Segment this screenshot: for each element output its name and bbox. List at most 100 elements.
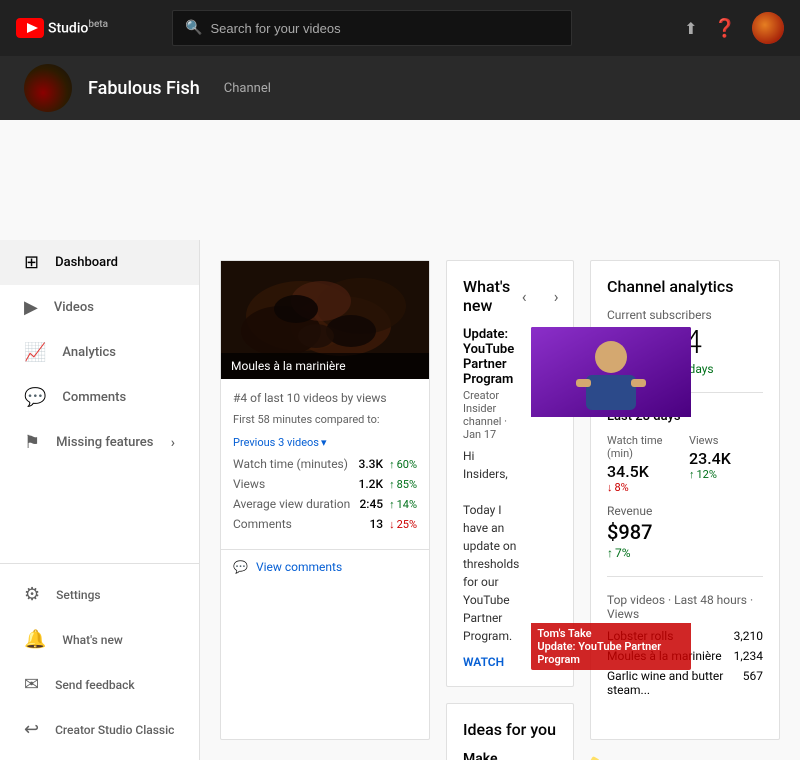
header: Studiobeta 🔍 ⬆ ❓ <box>0 0 800 56</box>
news-item: Update: YouTube Partner Program Creator … <box>463 327 557 670</box>
stat-value: 13 <box>369 517 383 531</box>
sidebar-item-classic[interactable]: ↩ Creator Studio Classic <box>0 707 199 752</box>
sidebar-item-comments[interactable]: 💬 Comments <box>0 375 199 420</box>
sidebar-item-dashboard[interactable]: ⊞ Dashboard <box>0 240 199 285</box>
comments-icon: 💬 <box>24 387 46 408</box>
watch-link[interactable]: WATCH <box>463 655 504 669</box>
video-thumbnail: Moules à la marinière <box>221 261 429 379</box>
feedback-icon: ✉ <box>24 674 39 695</box>
sidebar-item-label: Missing features <box>56 435 153 450</box>
news-thumbnail: Tom's TakeUpdate: YouTube Partner Progra… <box>531 327 691 670</box>
expand-icon: › <box>171 435 175 451</box>
stat-row-comments: Comments 13 25% <box>233 517 417 531</box>
video-card: Moules à la marinière #4 of last 10 vide… <box>220 260 430 740</box>
nav-arrows: ‹ › <box>510 282 570 310</box>
top-video-name: Garlic wine and butter steam... <box>607 669 743 697</box>
video-caption: Moules à la marinière <box>221 353 429 379</box>
prev-arrow[interactable]: ‹ <box>510 282 538 310</box>
news-thumb-image <box>531 327 691 417</box>
video-rank: #4 of last 10 videos by views <box>233 391 417 405</box>
layout: ⊞ Dashboard ▶ Videos 📈 Analytics 💬 Comme… <box>0 240 800 760</box>
search-bar[interactable]: 🔍 <box>172 10 572 46</box>
main-content: Moules à la marinière #4 of last 10 vide… <box>200 240 800 760</box>
ideas-visual <box>545 751 625 760</box>
dashboard-icon: ⊞ <box>24 252 39 273</box>
stat-change: 25% <box>389 518 417 531</box>
subs-label: Current subscribers <box>607 308 763 322</box>
news-source: Creator Insider channel · Jan 17 <box>463 389 519 441</box>
ideas-title: Ideas for you <box>463 720 556 739</box>
upload-icon[interactable]: ⬆ <box>684 19 697 38</box>
stat-value: 3.3K <box>359 457 384 471</box>
top-video-views: 3,210 <box>734 629 763 643</box>
help-icon[interactable]: ❓ <box>714 18 736 39</box>
news-text: Update: YouTube Partner Program Creator … <box>463 327 519 670</box>
sidebar-item-label: Videos <box>54 300 94 315</box>
stat-row-views: Views 1.2K 85% <box>233 477 417 491</box>
sidebar-item-analytics[interactable]: 📈 Analytics <box>0 330 199 375</box>
views-val: 23.4K <box>689 449 763 468</box>
card-header: What's new ‹ › <box>463 277 557 315</box>
sidebar: ⊞ Dashboard ▶ Videos 📈 Analytics 💬 Comme… <box>0 240 200 760</box>
comment-icon: 💬 <box>233 560 248 574</box>
compare-prefix: First 58 minutes compared to: <box>233 413 380 426</box>
analytics-icon: 📈 <box>24 342 46 363</box>
sidebar-item-videos[interactable]: ▶ Videos <box>0 285 199 330</box>
top-video-row-2: Garlic wine and butter steam... 567 <box>607 669 763 697</box>
channel-avatar <box>24 64 72 112</box>
views-label: Views <box>689 434 763 447</box>
ideas-header: Ideas for you <box>463 720 557 739</box>
stat-label: Average view duration <box>233 497 350 511</box>
sidebar-item-label: Comments <box>62 390 126 405</box>
header-actions: ⬆ ❓ <box>684 12 784 44</box>
classic-icon: ↩ <box>24 719 39 740</box>
stat-change: 14% <box>389 498 417 511</box>
youtube-icon <box>16 18 44 38</box>
dropdown-icon: ▾ <box>321 436 327 449</box>
sidebar-item-label: Analytics <box>62 345 116 360</box>
views-change: ↑ 12% <box>689 468 763 481</box>
sidebar-item-feedback[interactable]: ✉ Send feedback <box>0 662 199 707</box>
stat-value: 2:45 <box>359 497 383 511</box>
news-title: Update: YouTube Partner Program <box>463 327 519 387</box>
views-metric: Views 23.4K ↑ 12% <box>689 434 763 494</box>
avatar[interactable] <box>752 12 784 44</box>
sidebar-item-missing[interactable]: ⚑ Missing features › <box>0 420 199 465</box>
channel-name: Fabulous Fish <box>88 78 200 99</box>
whats-new-title: What's new <box>463 277 510 315</box>
analytics-title: Channel analytics <box>607 277 763 296</box>
whats-new-card: What's new ‹ › Update: YouTube Partner P… <box>446 260 574 687</box>
videos-icon: ▶ <box>24 297 38 318</box>
stat-row-duration: Average view duration 2:45 14% <box>233 497 417 511</box>
search-icon: 🔍 <box>185 20 202 36</box>
ideas-text: Make custom thumbnails 90% of top-perfor… <box>463 751 533 760</box>
stat-label: Views <box>233 477 265 491</box>
middle-column: What's new ‹ › Update: YouTube Partner P… <box>446 260 574 740</box>
sidebar-item-label: Send feedback <box>55 678 135 692</box>
next-arrow[interactable]: › <box>542 282 570 310</box>
sidebar-item-label: Settings <box>56 588 100 602</box>
stat-label: Watch time (minutes) <box>233 457 348 471</box>
stat-value: 1.2K <box>359 477 384 491</box>
ideas-card-title: Make custom thumbnails <box>463 751 533 760</box>
sidebar-item-label: Dashboard <box>55 255 118 270</box>
ideas-content: Make custom thumbnails 90% of top-perfor… <box>463 751 557 760</box>
top-video-views: 567 <box>743 669 763 697</box>
video-stats: #4 of last 10 videos by views First 58 m… <box>221 379 429 549</box>
compare-select[interactable]: Previous 3 videos ▾ <box>233 436 417 449</box>
news-body: Hi Insiders,Today I have an update on th… <box>463 447 519 645</box>
sidebar-item-settings[interactable]: ⚙ Settings <box>0 572 199 617</box>
search-input[interactable] <box>211 21 560 36</box>
stat-change: 85% <box>389 478 417 491</box>
compare-row: First 58 minutes compared to: <box>233 413 417 426</box>
stat-change: 60% <box>389 458 417 471</box>
stat-label: Comments <box>233 517 292 531</box>
top-video-views: 1,234 <box>734 649 763 663</box>
logo[interactable]: Studiobeta <box>16 18 108 38</box>
channel-bar: Fabulous Fish Channel <box>0 56 800 120</box>
sidebar-main: ⊞ Dashboard ▶ Videos 📈 Analytics 💬 Comme… <box>0 240 199 563</box>
studio-label: Studiobeta <box>48 19 108 37</box>
view-comments-button[interactable]: 💬 View comments <box>221 549 429 584</box>
channel-label: Channel <box>224 81 271 96</box>
settings-icon: ⚙ <box>24 584 40 605</box>
